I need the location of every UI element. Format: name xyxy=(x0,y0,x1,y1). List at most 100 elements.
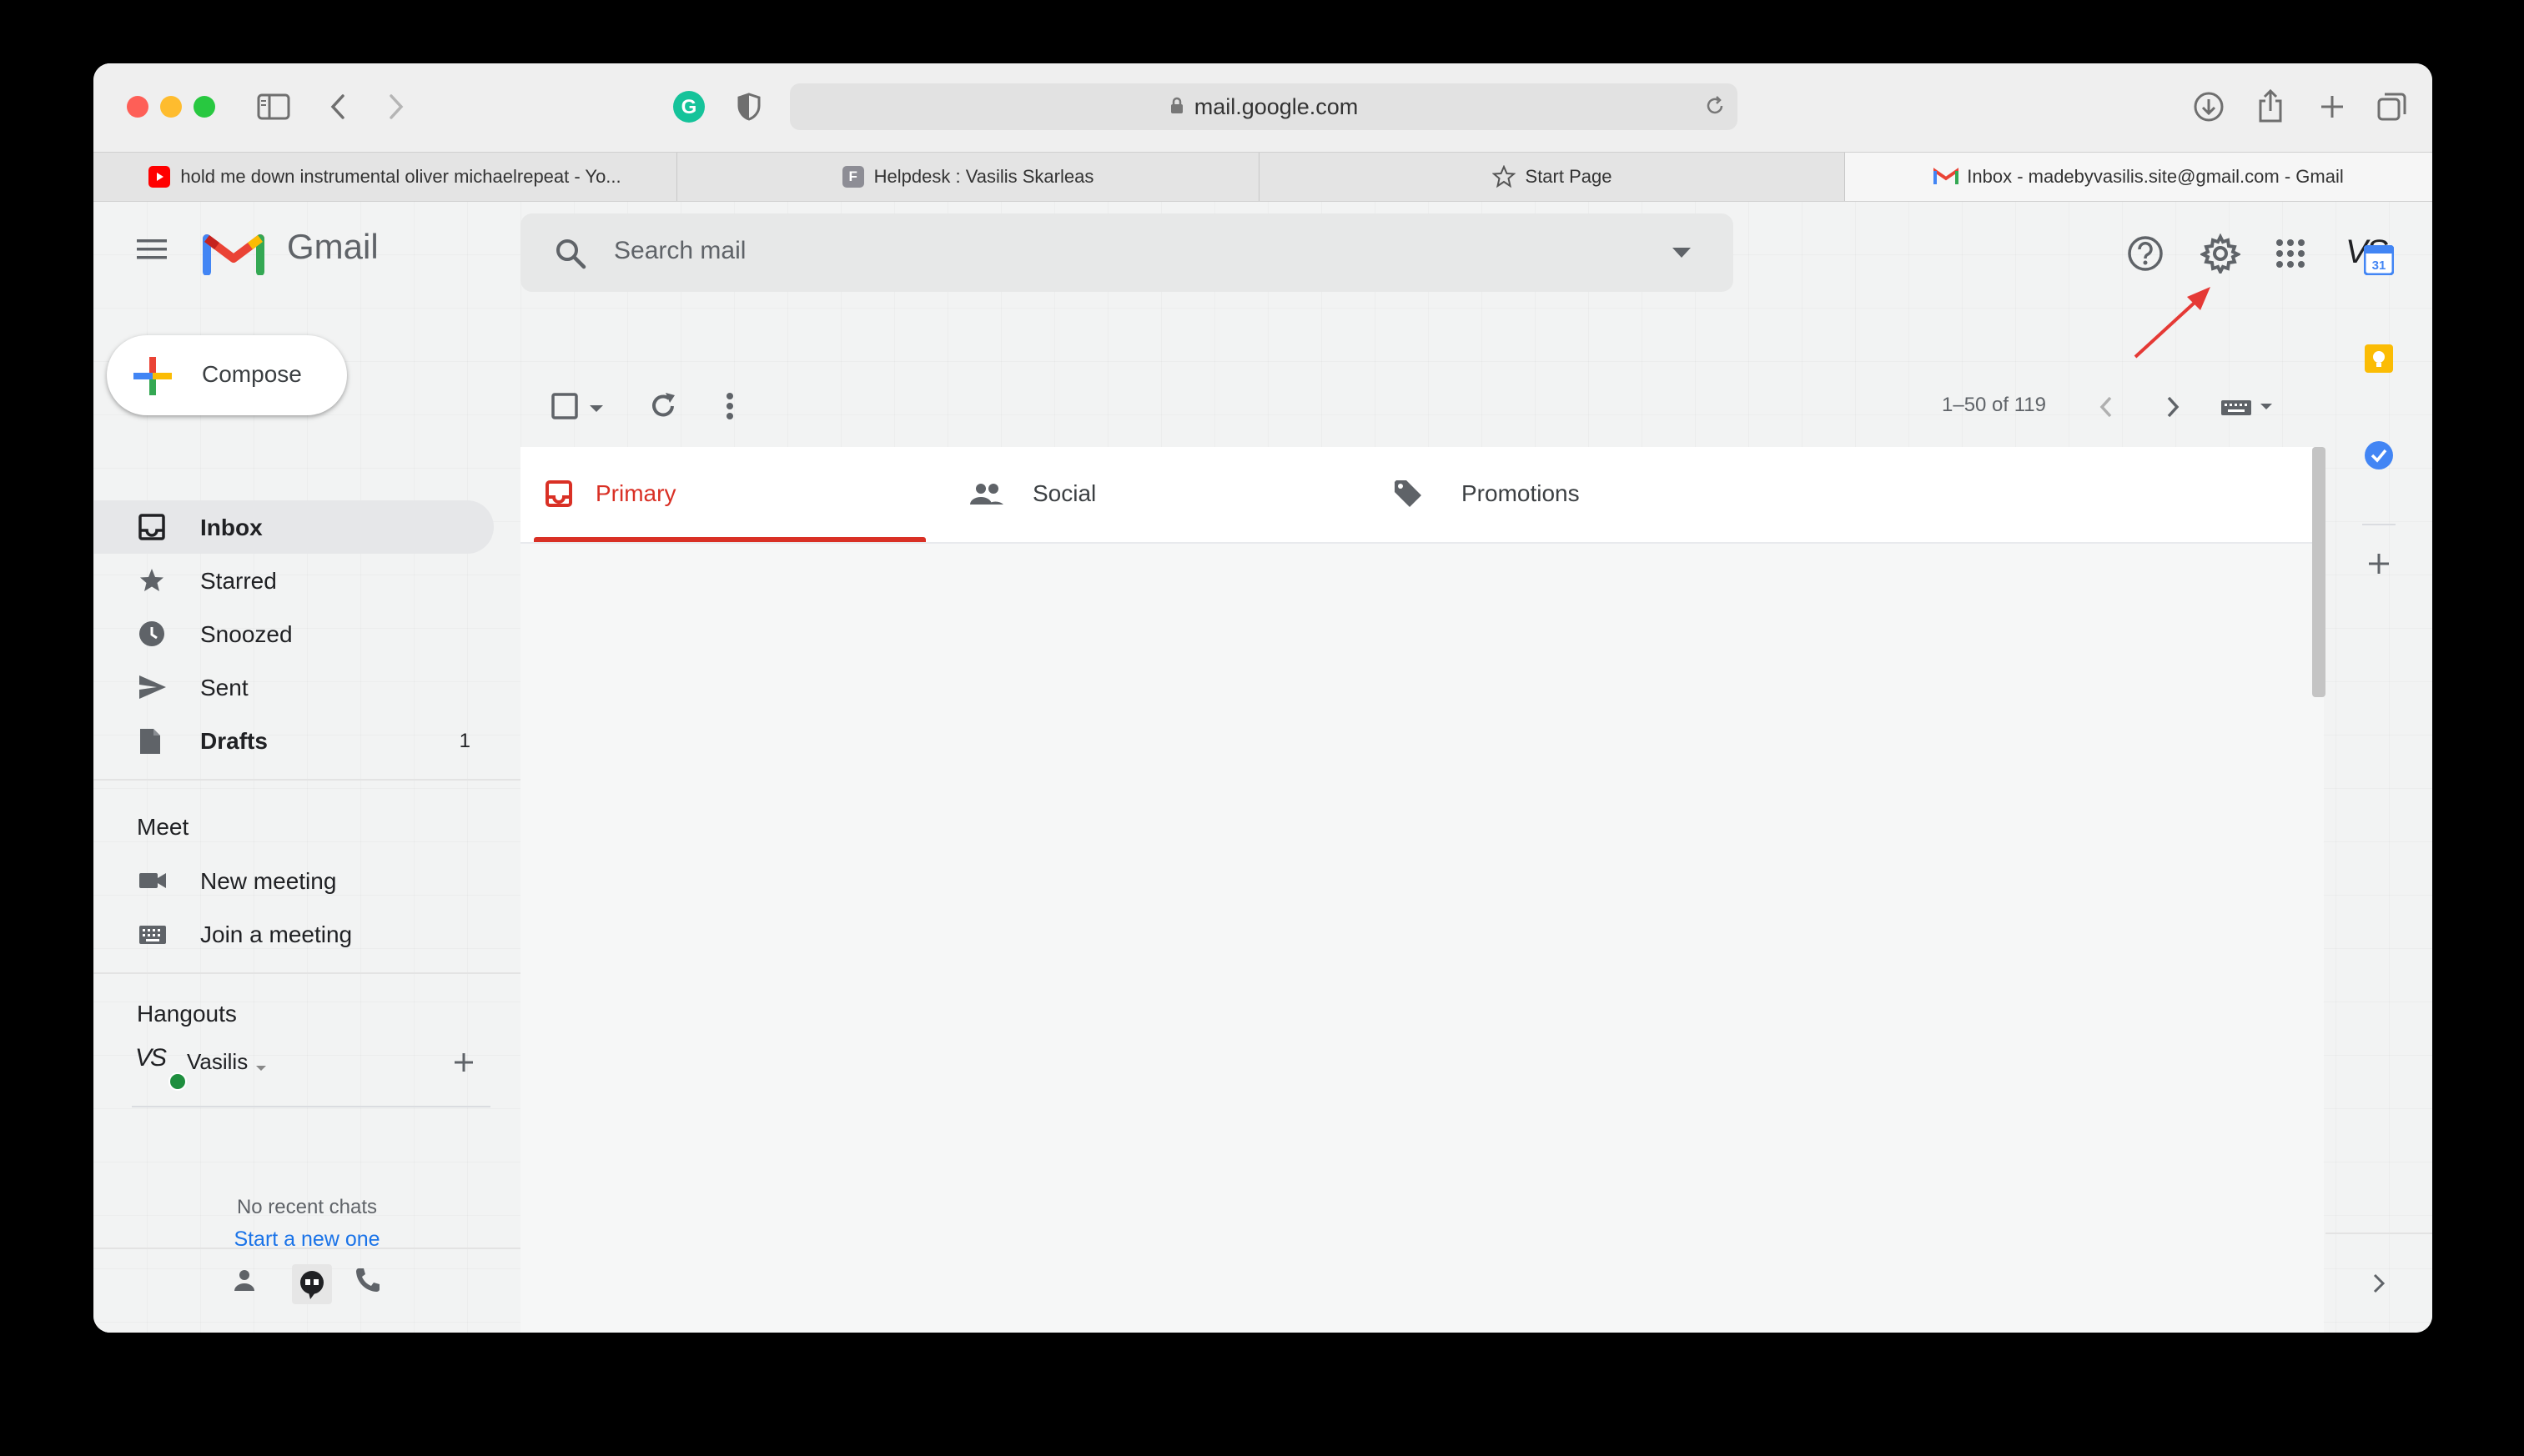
message-list-panel xyxy=(520,447,2324,1333)
gmail-logo-text: Gmail xyxy=(287,227,379,266)
refresh-icon[interactable] xyxy=(647,390,679,426)
tab-helpdesk[interactable]: F Helpdesk : Vasilis Skarleas xyxy=(677,153,1259,201)
google-calendar-icon[interactable]: 31 xyxy=(2363,244,2395,279)
tab-youtube[interactable]: hold me down instrumental oliver michael… xyxy=(93,153,677,201)
google-keep-icon[interactable] xyxy=(2364,344,2394,378)
pagination-text: 1–50 of 119 xyxy=(1942,394,2047,416)
apps-grid-icon[interactable] xyxy=(2275,238,2305,273)
star-icon xyxy=(1491,165,1516,188)
contacts-person-icon[interactable] xyxy=(232,1268,257,1297)
nav-item-sent[interactable]: Sent xyxy=(93,660,494,714)
nav-label: Inbox xyxy=(200,515,263,540)
keyboard-icon xyxy=(138,921,166,947)
browser-window: G mail.google.com hold me down instrumen… xyxy=(93,63,2432,1333)
status-dropdown-icon[interactable] xyxy=(255,1061,267,1076)
inbox-icon xyxy=(138,514,165,540)
category-tabs: Primary Social Promotions xyxy=(520,447,2324,544)
search-options-icon[interactable] xyxy=(1672,247,1692,263)
prev-page-icon[interactable] xyxy=(2099,395,2114,423)
select-dropdown-icon[interactable] xyxy=(589,402,604,417)
phone-call-icon[interactable] xyxy=(354,1266,382,1298)
tab-overview-icon[interactable] xyxy=(2374,88,2411,125)
nav-item-snoozed[interactable]: Snoozed xyxy=(93,607,494,660)
forward-icon[interactable] xyxy=(382,90,410,123)
lock-icon xyxy=(1169,94,1184,120)
nav-label: New meeting xyxy=(200,868,337,894)
hangouts-bottom-bar xyxy=(93,1248,520,1333)
hangouts-divider xyxy=(132,1106,490,1107)
tab-promotions[interactable]: Promotions xyxy=(1388,447,1793,542)
shield-icon[interactable] xyxy=(732,90,766,123)
hangouts-avatar: VS xyxy=(135,1044,167,1072)
main-menu-icon[interactable] xyxy=(135,237,172,267)
tab-social[interactable]: Social xyxy=(969,447,1375,542)
meet-new-meeting[interactable]: New meeting xyxy=(93,854,494,907)
tab-title: hold me down instrumental oliver michael… xyxy=(180,166,621,187)
tab-title: Start Page xyxy=(1525,166,1612,187)
inbox-icon xyxy=(546,480,572,511)
side-panel-divider xyxy=(2362,524,2396,525)
nav-label: Snoozed xyxy=(200,621,293,647)
back-icon[interactable] xyxy=(324,90,352,123)
tab-gmail[interactable]: Inbox - madebyvasilis.site@gmail.com - G… xyxy=(1845,153,2432,201)
search-input[interactable]: Search mail xyxy=(614,237,746,265)
tab-title: Inbox - madebyvasilis.site@gmail.com - G… xyxy=(1967,166,2344,187)
address-bar[interactable]: mail.google.com xyxy=(790,83,1737,130)
hangouts-chat-icon[interactable] xyxy=(292,1264,332,1304)
svg-text:31: 31 xyxy=(2372,259,2386,273)
tab-primary[interactable]: Primary xyxy=(520,447,926,542)
downloads-icon[interactable] xyxy=(2190,88,2227,125)
scrollbar-thumb[interactable] xyxy=(2312,447,2325,697)
no-recent-chats-text: No recent chats xyxy=(236,1196,378,1218)
tab-label: Social xyxy=(1033,480,1097,506)
annotation-arrow xyxy=(2129,272,2220,368)
tab-start-page[interactable]: Start Page xyxy=(1259,153,1845,201)
input-tools-keyboard-icon[interactable] xyxy=(2220,399,2279,421)
chevron-right-icon[interactable] xyxy=(2372,1273,2386,1298)
hangouts-user-name[interactable]: Vasilis xyxy=(187,1049,248,1075)
select-all-checkbox[interactable] xyxy=(551,392,579,424)
search-icon[interactable] xyxy=(554,237,587,274)
nav-item-inbox[interactable]: Inbox xyxy=(93,500,494,554)
gmail-app: Gmail Search mail Compose 1–50 of 119 In… xyxy=(93,202,2432,1333)
more-options-icon[interactable] xyxy=(724,392,736,424)
nav-item-drafts[interactable]: Drafts 1 xyxy=(93,714,494,767)
nav-label: Starred xyxy=(200,568,277,594)
compose-button[interactable]: Compose xyxy=(107,335,347,415)
tag-icon xyxy=(1393,479,1423,513)
nav-divider xyxy=(93,779,520,781)
browser-toolbar: G mail.google.com xyxy=(93,63,2432,152)
draft-icon xyxy=(138,727,165,754)
star-icon xyxy=(138,567,165,594)
share-icon[interactable] xyxy=(2252,85,2289,125)
next-page-icon[interactable] xyxy=(2165,395,2180,423)
close-window-button[interactable] xyxy=(127,96,148,118)
zoom-window-button[interactable] xyxy=(194,96,215,118)
meet-section-title: Meet xyxy=(137,814,189,840)
nav-count: 1 xyxy=(459,730,470,752)
svg-text:G: G xyxy=(681,96,697,118)
google-tasks-icon[interactable] xyxy=(2364,440,2394,474)
side-panel: 31 xyxy=(2325,202,2432,1333)
tab-label: Promotions xyxy=(1461,480,1580,506)
minimize-window-button[interactable] xyxy=(160,96,182,118)
tab-bar: hold me down instrumental oliver michael… xyxy=(93,152,2432,202)
video-camera-icon xyxy=(138,867,166,894)
new-tab-icon[interactable] xyxy=(2314,88,2351,125)
send-icon xyxy=(138,674,166,700)
nav-item-starred[interactable]: Starred xyxy=(93,554,494,607)
compose-plus-icon xyxy=(132,355,173,401)
gmail-icon xyxy=(1933,168,1959,186)
help-icon[interactable] xyxy=(2127,235,2164,276)
reload-icon[interactable] xyxy=(1704,95,1726,123)
active-tab-indicator xyxy=(534,537,926,542)
hangouts-section-title: Hangouts xyxy=(137,1001,237,1027)
new-conversation-plus-icon[interactable] xyxy=(452,1051,475,1078)
get-addons-plus-icon[interactable] xyxy=(2367,552,2391,580)
search-bar[interactable]: Search mail xyxy=(520,213,1733,292)
sidebar-toggle-icon[interactable] xyxy=(255,90,292,123)
clock-icon xyxy=(138,620,165,647)
side-panel-bottom-divider xyxy=(2325,1233,2432,1234)
meet-join-meeting[interactable]: Join a meeting xyxy=(93,907,494,961)
grammarly-icon[interactable]: G xyxy=(672,90,706,123)
